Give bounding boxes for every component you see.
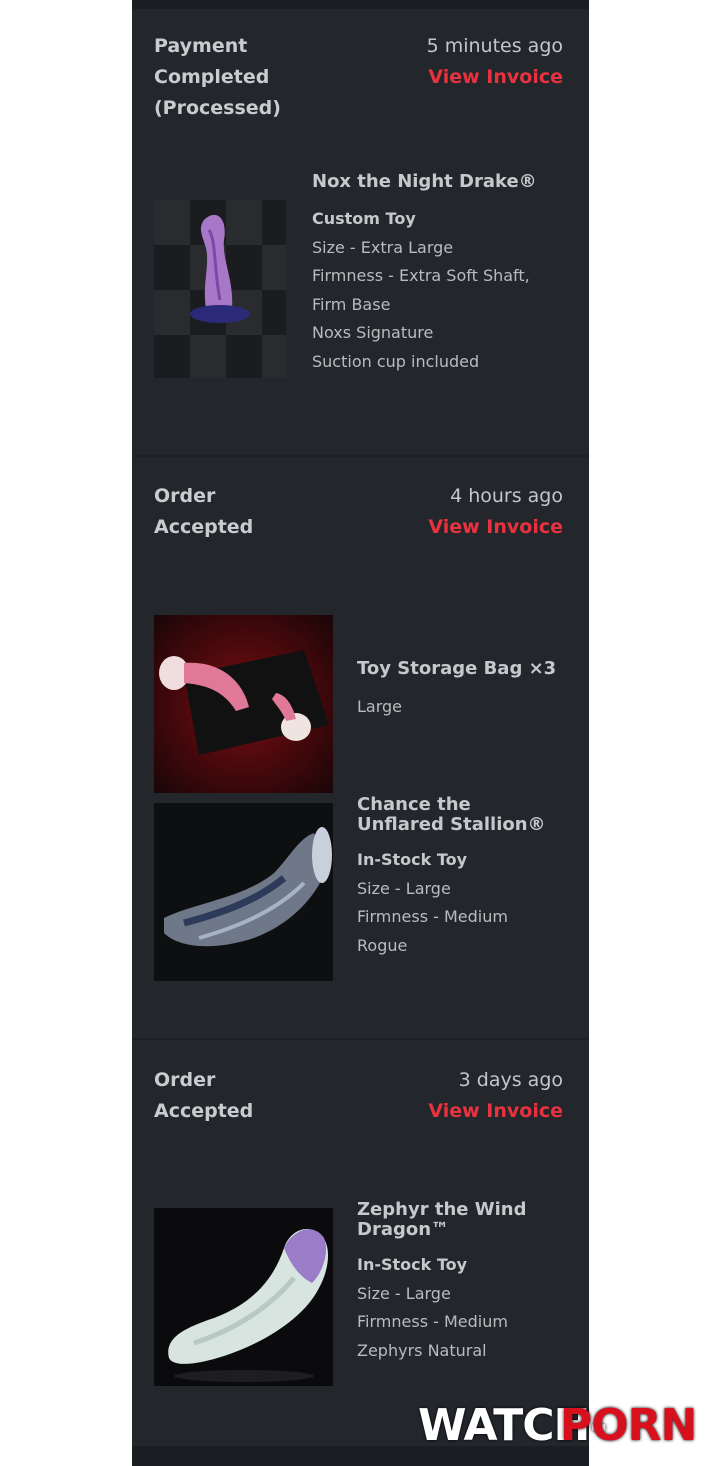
order-divider — [132, 1038, 589, 1040]
product-detail: Zephyrs Natural — [357, 1341, 487, 1360]
product-type: Custom Toy — [312, 209, 416, 228]
product-type: In-Stock Toy — [357, 850, 468, 869]
watermark-text: PORN — [560, 1400, 697, 1451]
status-line: Accepted — [154, 516, 254, 538]
product-detail: Large — [357, 697, 403, 716]
product-name-line: Zephyr the Wind — [357, 1199, 527, 1220]
order-status: Payment Completed (Processed) — [154, 31, 281, 124]
status-line: Order — [154, 485, 216, 507]
order-status: Order Accepted — [154, 481, 253, 543]
product-image[interactable] — [154, 615, 333, 793]
product-name[interactable]: Chance the Unflared Stallion® — [357, 795, 577, 835]
status-line: Payment — [154, 35, 248, 57]
product-detail: Size - Extra Large — [312, 238, 454, 257]
order-status: Order Accepted — [154, 1065, 253, 1127]
view-invoice-link[interactable]: View Invoice — [428, 1096, 563, 1127]
order-divider — [132, 455, 589, 457]
product-type: In-Stock Toy — [357, 1255, 468, 1274]
product-detail: Suction cup included — [312, 352, 480, 371]
product-name[interactable]: Zephyr the Wind Dragon™ — [357, 1200, 577, 1240]
product-image[interactable] — [154, 803, 333, 981]
order-time: 3 days ago — [458, 1069, 563, 1091]
status-line: Order — [154, 1069, 216, 1091]
product-name-line: Chance the — [357, 794, 471, 815]
order-history-panel: Payment Completed (Processed) 5 minutes … — [132, 0, 589, 1466]
product-detail: Size - Large — [357, 1284, 451, 1303]
product-image[interactable] — [154, 1208, 333, 1386]
product-detail: Size - Large — [357, 879, 451, 898]
status-line: (Processed) — [154, 97, 281, 119]
order-time: 4 hours ago — [450, 485, 563, 507]
status-line: Accepted — [154, 1100, 254, 1122]
product-name[interactable]: Nox the Night Drake® — [312, 172, 572, 192]
product-detail: Firmness - Medium — [357, 907, 508, 926]
product-detail: Rogue — [357, 936, 408, 955]
product-detail: Firm Base — [312, 295, 391, 314]
view-invoice-link[interactable]: View Invoice — [428, 512, 563, 543]
product-image[interactable] — [154, 200, 286, 378]
product-detail: Noxs Signature — [312, 323, 434, 342]
status-line: Completed — [154, 66, 270, 88]
product-name-line: Unflared Stallion® — [357, 814, 546, 835]
product-name-line: Dragon™ — [357, 1219, 450, 1240]
product-name[interactable]: Toy Storage Bag ×3 — [357, 659, 567, 679]
product-detail: Firmness - Medium — [357, 1312, 508, 1331]
product-detail: Firmness - Extra Soft Shaft, — [312, 266, 530, 285]
top-bar — [132, 0, 589, 9]
order-time: 5 minutes ago — [426, 35, 563, 57]
view-invoice-link[interactable]: View Invoice — [428, 62, 563, 93]
